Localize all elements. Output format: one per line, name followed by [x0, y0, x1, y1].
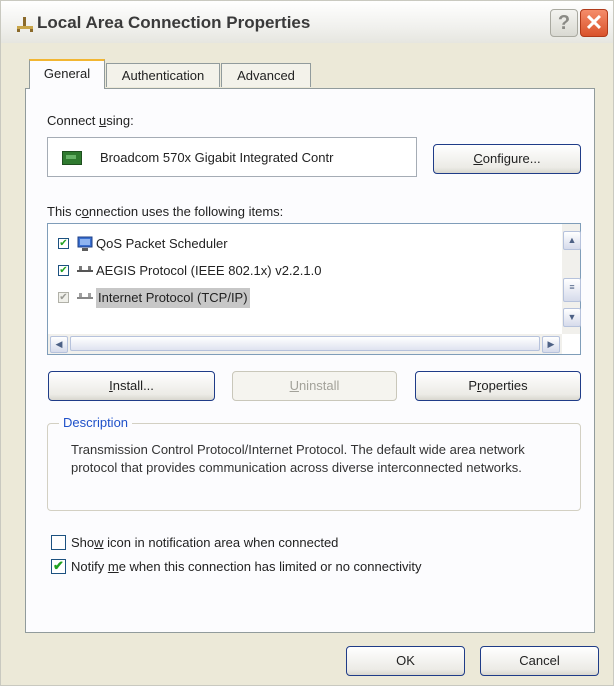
tab-authentication[interactable]: Authentication — [106, 63, 220, 87]
item-checkbox[interactable]: ✔ — [58, 238, 69, 249]
help-button[interactable]: ? — [550, 9, 578, 37]
item-checkbox[interactable]: ✔ — [58, 265, 69, 276]
connect-using-label: Connect using: — [47, 113, 134, 128]
notify-label: Notify me when this connection has limit… — [71, 559, 422, 574]
adapter-field: Broadcom 570x Gigabit Integrated Contr — [47, 137, 417, 177]
tab-general[interactable]: General — [29, 59, 105, 89]
item-label: AEGIS Protocol (IEEE 802.1x) v2.2.1.0 — [96, 263, 322, 278]
show-icon-checkbox[interactable] — [51, 535, 66, 550]
scroll-down-icon[interactable]: ▼ — [563, 308, 581, 327]
network-connection-icon — [17, 17, 33, 32]
close-button[interactable]: ✕ — [580, 9, 608, 37]
configure-button[interactable]: Configure... — [433, 144, 581, 174]
ok-button[interactable]: OK — [346, 646, 465, 676]
window-title: Local Area Connection Properties — [37, 13, 311, 32]
description-text: Transmission Control Protocol/Internet P… — [71, 442, 525, 475]
tab-advanced[interactable]: Advanced — [221, 63, 311, 87]
item-label-selected: Internet Protocol (TCP/IP) — [96, 288, 250, 308]
vertical-scrollbar[interactable]: ▲ ≡ ▼ — [562, 224, 581, 334]
network-adapter-icon — [62, 151, 82, 165]
horizontal-scroll-thumb[interactable] — [70, 336, 540, 351]
scroll-right-icon[interactable]: ▶ — [542, 336, 560, 353]
qos-icon — [77, 236, 93, 251]
properties-window: Local Area Connection Properties ? ✕ Gen… — [0, 0, 614, 686]
items-list[interactable]: ✔ QoS Packet Scheduler ✔ AEGIS Protocol … — [47, 223, 581, 355]
title-bar[interactable]: Local Area Connection Properties ? ✕ — [1, 1, 613, 43]
uninstall-button[interactable]: Uninstall — [232, 371, 397, 401]
item-label: QoS Packet Scheduler — [96, 236, 228, 251]
install-button[interactable]: Install... — [48, 371, 215, 401]
properties-button[interactable]: Properties — [415, 371, 581, 401]
scroll-left-icon[interactable]: ◀ — [50, 336, 68, 353]
scroll-up-icon[interactable]: ▲ — [563, 231, 581, 250]
horizontal-scrollbar[interactable]: ◀ ▶ — [48, 334, 562, 354]
adapter-name: Broadcom 570x Gigabit Integrated Contr — [100, 150, 334, 165]
cancel-button[interactable]: Cancel — [480, 646, 599, 676]
show-icon-label: Show icon in notification area when conn… — [71, 535, 339, 550]
notify-checkbox[interactable]: ✔ — [51, 559, 66, 574]
items-label: This connection uses the following items… — [47, 204, 284, 219]
protocol-icon — [77, 293, 93, 299]
description-title: Description — [59, 415, 133, 430]
item-checkbox[interactable]: ✔ — [58, 292, 69, 303]
protocol-icon — [77, 266, 93, 272]
scroll-thumb[interactable]: ≡ — [563, 278, 581, 302]
